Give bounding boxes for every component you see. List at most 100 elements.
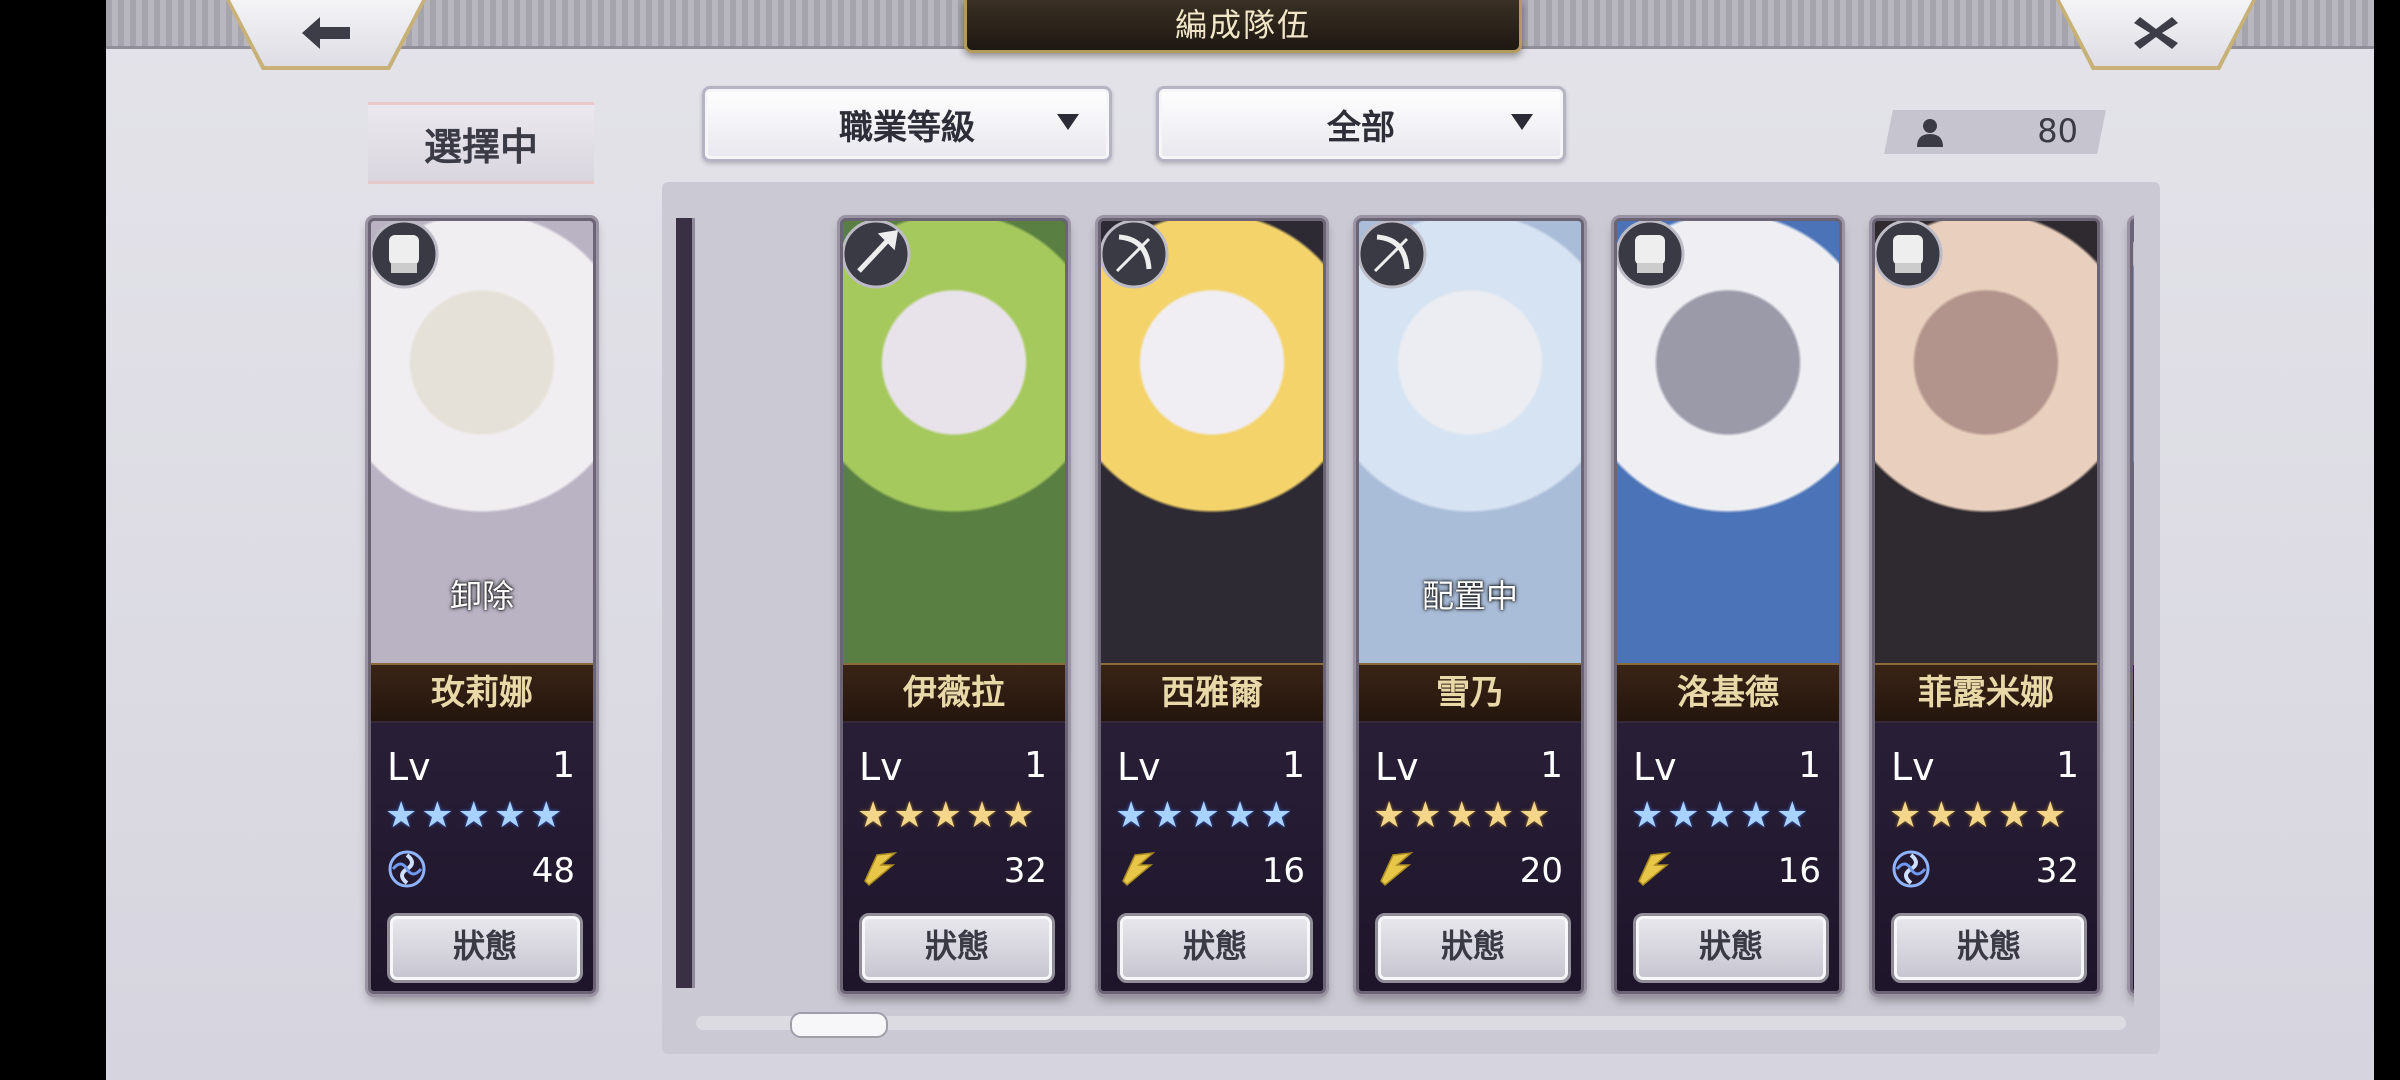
unit-list[interactable]: 伊薇拉 Lv 1 ★ ★ ★ ★ ★ 32 狀態 西雅爾 Lv 1 ★ ★ ★ ★ ★ 16 狀態 配置中 雪乃 Lv 1 ★ ★… <box>676 200 2134 1010</box>
thunder-element-icon <box>1122 851 1156 887</box>
thunder-element-icon <box>1380 851 1414 887</box>
chevron-down-icon <box>1057 114 1079 130</box>
cost-value: 32 <box>1003 851 1047 891</box>
cost-value: 16 <box>1777 851 1821 891</box>
card-stats: Lv 1 ★ ★ ★ ★ ★ 48 狀態 <box>371 721 593 991</box>
deployed-label: 配置中 <box>1421 577 1518 615</box>
character-name: 洛基德 <box>1617 663 1839 723</box>
rarity-stars: ★ ★ ★ ★ ★ <box>1115 795 1293 836</box>
close-icon <box>2134 17 2178 49</box>
unit-card[interactable]: 西雅爾 Lv 1 ★ ★ ★ ★ ★ 16 狀態 <box>1098 218 1326 994</box>
card-stats: Lv 1 ★ ★ ★ ★ ★ 32 狀態 <box>1875 721 2097 991</box>
sort-dropdown[interactable]: 職業等級 <box>702 86 1112 162</box>
wind-element-icon <box>1892 850 1930 888</box>
scrollbar-track[interactable] <box>696 1016 2126 1030</box>
character-name: 西雅爾 <box>1101 663 1323 723</box>
remove-label: 卸除 <box>449 577 514 615</box>
rarity-stars: ★ ★ ★ ★ ★ <box>1373 795 1551 836</box>
card-stats: Lv 1 ★ ★ ★ ★ ★ 16 狀態 <box>1617 721 1839 991</box>
gauntlet-class-icon <box>371 221 439 289</box>
status-button[interactable]: 狀態 <box>1633 913 1829 983</box>
star-icon: ★ <box>1409 795 1442 836</box>
star-icon: ★ <box>1889 795 1922 836</box>
star-icon: ★ <box>421 795 454 836</box>
level-label: Lv <box>1117 745 1161 789</box>
star-icon: ★ <box>1925 795 1958 836</box>
rarity-stars: ★ ★ ★ ★ ★ <box>857 795 1035 836</box>
selected-label: 選擇中 <box>368 102 594 184</box>
star-icon: ★ <box>1518 795 1551 836</box>
deployed-label: 配置 <box>2133 571 2134 617</box>
star-icon: ★ <box>457 795 490 836</box>
star-icon: ★ <box>1260 795 1293 836</box>
unit-card[interactable]: 伊薇拉 Lv 1 ★ ★ ★ ★ ★ 32 狀態 <box>840 218 1068 994</box>
star-icon: ★ <box>929 795 962 836</box>
card-stats: Lv 1 ★ ★ ★ ★ ★ 16 狀態 <box>1101 721 1323 991</box>
level-label: Lv <box>1375 745 1419 789</box>
cost-value: 48 <box>531 851 575 891</box>
unit-card[interactable]: 洛基德 Lv 1 ★ ★ ★ ★ ★ 16 狀態 <box>1614 218 1842 994</box>
star-icon: ★ <box>1223 795 1257 836</box>
level-label: Lv <box>1633 745 1677 789</box>
star-icon: ★ <box>965 795 999 836</box>
selected-unit-card[interactable]: 卸除 玫莉娜 Lv 1 ★ ★ ★ ★ ★ 48 狀態 <box>368 218 596 994</box>
rarity-stars: ★ ★ ★ ★ ★ <box>385 795 563 836</box>
character-name: 玫莉娜 <box>371 663 593 723</box>
level-value: 1 <box>2056 745 2079 786</box>
star-icon: ★ <box>530 795 563 836</box>
star-icon: ★ <box>857 795 890 836</box>
star-icon: ★ <box>1997 795 2031 836</box>
arrow-left-icon <box>302 17 350 49</box>
star-icon: ★ <box>385 795 418 836</box>
star-icon: ★ <box>2034 795 2067 836</box>
cost-value: 20 <box>1519 851 1563 891</box>
unit-card[interactable]: 配置中雪乃 Lv 1 ★ ★ ★ ★ ★ 20 狀態 <box>1356 218 1584 994</box>
status-button[interactable]: 狀態 <box>859 913 1055 983</box>
character-name: 伊薇拉 <box>843 663 1065 723</box>
spear-class-icon <box>843 221 911 289</box>
filter-dropdown[interactable]: 全部 <box>1156 86 1566 162</box>
filter-dropdown-label: 全部 <box>1327 107 1395 148</box>
cost-value: 16 <box>1261 851 1305 891</box>
character-name: 菲露米娜 <box>1875 663 2097 723</box>
star-icon: ★ <box>1631 795 1664 836</box>
rarity-stars: ★ ★ ★ ★ ★ <box>1631 795 1809 836</box>
level-label: Lv <box>859 745 903 789</box>
formation-screen: 編成隊伍 選擇中 職業等級 全部 80 卸除 玫莉娜 Lv 1 ★ ★ ★ ★ ★ 48 狀態 伊薇… <box>106 0 2374 1080</box>
star-icon: ★ <box>1776 795 1809 836</box>
star-icon: ★ <box>1002 795 1035 836</box>
star-icon: ★ <box>1445 795 1478 836</box>
card-stats: Lv 1 ★ ★ ★ ★ ★ 20 狀態 <box>1359 721 1581 991</box>
wind-element-icon <box>388 850 426 888</box>
chevron-down-icon <box>1511 114 1533 130</box>
level-value: 1 <box>552 745 575 786</box>
card-stats: Lv★★★★★狀 <box>2133 721 2134 991</box>
star-icon: ★ <box>893 795 926 836</box>
star-icon: ★ <box>1703 795 1736 836</box>
page-title: 編成隊伍 <box>964 0 1522 53</box>
unit-card[interactable]: 配置尤Lv★★★★★狀 <box>2130 218 2134 994</box>
person-icon <box>1917 119 1943 147</box>
thunder-element-icon <box>864 851 898 887</box>
status-button[interactable]: 狀態 <box>387 913 583 983</box>
gauntlet-class-icon <box>1875 221 1943 289</box>
star-icon: ★ <box>1667 795 1700 836</box>
level-value: 1 <box>1798 745 1821 786</box>
level-value: 1 <box>1540 745 1563 786</box>
level-value: 1 <box>1282 745 1305 786</box>
level-value: 1 <box>1024 745 1047 786</box>
status-button[interactable]: 狀態 <box>1891 913 2087 983</box>
bow-class-icon <box>1101 221 1169 289</box>
sort-dropdown-label: 職業等級 <box>839 107 975 148</box>
status-button[interactable]: 狀態 <box>1117 913 1313 983</box>
unit-card[interactable]: 菲露米娜 Lv 1 ★ ★ ★ ★ ★ 32 狀態 <box>1872 218 2100 994</box>
character-name: 雪乃 <box>1359 663 1581 723</box>
star-icon: ★ <box>1481 795 1515 836</box>
star-icon: ★ <box>1187 795 1220 836</box>
scrollbar-thumb[interactable] <box>789 1012 888 1038</box>
thunder-element-icon <box>1638 851 1672 887</box>
cost-value: 32 <box>2035 851 2079 891</box>
previous-card-edge <box>676 218 695 988</box>
level-label: Lv <box>1891 745 1935 789</box>
status-button[interactable]: 狀態 <box>1375 913 1571 983</box>
